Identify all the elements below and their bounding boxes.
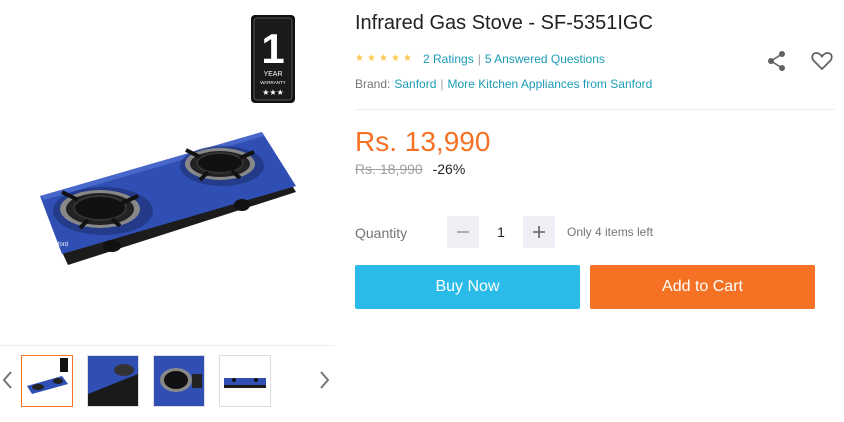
separator: |	[440, 77, 444, 91]
star-icon: ★	[379, 53, 388, 64]
thumbnail-strip	[0, 346, 335, 422]
main-product-image[interactable]: 1 YEAR WARRANTY ★★★ sanford	[0, 0, 335, 345]
warranty-badge: 1 YEAR WARRANTY ★★★	[251, 15, 295, 103]
chevron-left-icon	[2, 371, 12, 389]
stove-brand-text: sanford	[48, 242, 68, 248]
product-gallery: 1 YEAR WARRANTY ★★★ sanford	[0, 0, 335, 422]
quantity-input[interactable]: 1	[479, 216, 523, 248]
wishlist-button[interactable]	[810, 50, 834, 72]
warranty-number: 1	[261, 25, 284, 72]
thumbnail-2[interactable]	[87, 355, 139, 407]
divider	[355, 109, 835, 110]
current-price: Rs. 13,990	[355, 126, 491, 157]
thumbnail-next-button[interactable]	[316, 366, 332, 394]
stock-notice: Only 4 items left	[567, 225, 654, 239]
thumbnail-3[interactable]	[153, 355, 205, 407]
answered-questions-link[interactable]: 5 Answered Questions	[485, 52, 605, 66]
warranty-stars: ★★★	[262, 88, 284, 97]
chevron-right-icon	[320, 371, 330, 389]
quantity-increase-button[interactable]	[523, 216, 555, 248]
minus-icon	[457, 231, 469, 233]
brand-row: Brand: Sanford | More Kitchen Appliances…	[355, 77, 652, 91]
product-title: Infrared Gas Stove - SF-5351IGC	[355, 12, 653, 34]
stove-illustration: sanford	[40, 132, 296, 265]
thumbnail-4[interactable]	[219, 355, 271, 407]
quantity-label: Quantity	[355, 225, 408, 241]
share-button[interactable]	[765, 50, 789, 72]
discount-badge: -26%	[432, 161, 466, 177]
share-icon	[768, 51, 785, 71]
original-price-row: Rs. 18,990 -26%	[355, 161, 465, 177]
original-price: Rs. 18,990	[355, 161, 423, 177]
separator: |	[477, 52, 481, 66]
thumbnail-1[interactable]	[21, 355, 73, 407]
thumbnail-prev-button[interactable]	[0, 366, 16, 394]
star-icon: ★	[391, 53, 400, 64]
rating-stars: ★ ★ ★ ★ ★	[355, 53, 415, 65]
quantity-decrease-button[interactable]	[447, 216, 479, 248]
star-icon: ★	[367, 53, 376, 64]
star-icon: ★	[403, 53, 412, 64]
ratings-link[interactable]: 2 Ratings	[423, 52, 474, 66]
star-icon: ★	[355, 53, 364, 64]
warranty-line1: YEAR	[263, 71, 282, 78]
buy-now-button[interactable]: Buy Now	[355, 265, 580, 309]
add-to-cart-button[interactable]: Add to Cart	[590, 265, 815, 309]
plus-icon	[533, 226, 545, 238]
rating-row: ★ ★ ★ ★ ★ 2 Ratings | 5 Answered Questio…	[355, 52, 605, 66]
warranty-line2: WARRANTY	[260, 80, 286, 85]
brand-link[interactable]: Sanford	[394, 77, 436, 91]
brand-label: Brand:	[355, 77, 391, 91]
more-from-brand-link[interactable]: More Kitchen Appliances from Sanford	[448, 77, 653, 91]
heart-icon	[811, 52, 833, 71]
product-info: Infrared Gas Stove - SF-5351IGC ★ ★ ★ ★ …	[355, 0, 835, 422]
